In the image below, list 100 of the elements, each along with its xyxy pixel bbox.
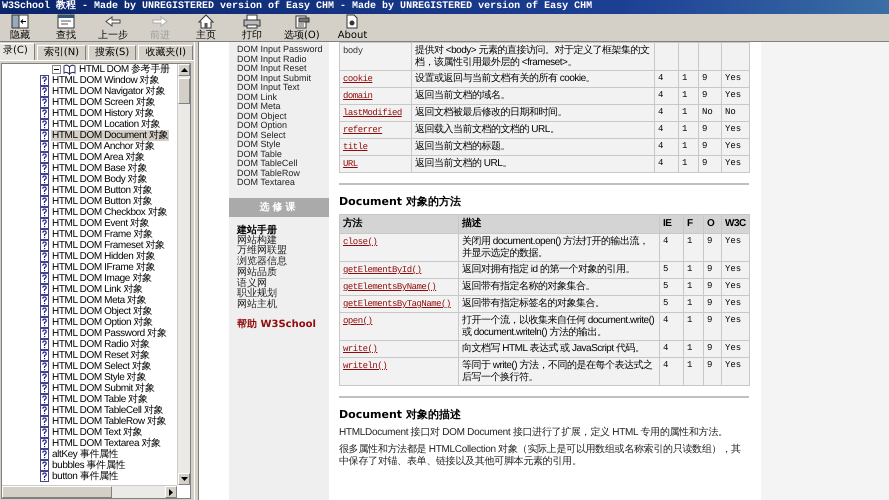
tree-item[interactable]: HTML DOM Password 对象: [51, 328, 168, 339]
section-heading: 建站手册: [236, 224, 278, 236]
nav-link[interactable]: DOM Style: [229, 140, 329, 150]
table-cell: Yes: [722, 358, 750, 386]
table-cell: 9: [698, 88, 722, 104]
tree-item[interactable]: HTML DOM TableCell 对象: [51, 405, 164, 416]
hide-pane-button[interactable]: 隐藏: [0, 14, 40, 41]
scroll-right-button[interactable]: [165, 486, 177, 498]
tree-item[interactable]: HTML DOM Object 对象: [51, 306, 154, 317]
tree-item[interactable]: HTML DOM 参考手册: [78, 64, 171, 75]
nav-link[interactable]: DOM Option: [229, 121, 329, 130]
tree-item[interactable]: bubbles 事件属性: [51, 460, 126, 471]
tree-item[interactable]: HTML DOM Meta 对象: [51, 295, 148, 306]
table-cell: 返回对拥有指定 id 的第一个对象的引用。: [458, 262, 660, 278]
tree-item[interactable]: HTML DOM History 对象: [51, 108, 156, 119]
tree-item[interactable]: HTML DOM Style 对象: [51, 372, 147, 383]
printer-button[interactable]: 打印: [232, 14, 272, 41]
table-cell: 打开一个流，以收集来自任何 document.write() 或 document.writeln() 方法的输出。: [458, 312, 660, 340]
nav-link[interactable]: DOM Select: [229, 130, 329, 140]
nav-tab[interactable]: 索引(N): [36, 45, 86, 60]
tree-item[interactable]: HTML DOM Radio 对象: [51, 339, 151, 350]
nav-link[interactable]: DOM Table: [229, 150, 329, 159]
table-cell: 4: [654, 138, 678, 156]
tree-item[interactable]: HTML DOM Event 对象: [51, 218, 150, 229]
name-link[interactable]: open(): [343, 316, 372, 326]
table-cell: Yes: [722, 156, 750, 172]
home-button[interactable]: 主页: [186, 14, 226, 41]
tree-item[interactable]: HTML DOM Select 对象: [51, 361, 152, 372]
nav-link[interactable]: DOM Input Submit: [229, 74, 329, 83]
tree-item[interactable]: HTML DOM Navigator 对象: [51, 86, 166, 97]
nav-link[interactable]: DOM Meta: [229, 102, 329, 112]
tree-item[interactable]: HTML DOM IFrame 对象: [51, 262, 156, 273]
about-page-button[interactable]: About: [332, 14, 374, 41]
scrollbar-thumb[interactable]: [2, 486, 112, 498]
help-page-icon: [40, 471, 49, 482]
tree-item[interactable]: HTML DOM Hidden 对象: [51, 251, 156, 262]
scroll-down-button[interactable]: [178, 473, 190, 485]
tree-item[interactable]: HTML DOM Location 对象: [51, 119, 162, 130]
table-cell: 1: [678, 138, 698, 156]
tree-item[interactable]: HTML DOM Reset 对象: [51, 350, 151, 361]
tree-item[interactable]: HTML DOM Textarea 对象: [51, 438, 162, 449]
tree-item[interactable]: HTML DOM Checkbox 对象: [51, 207, 168, 218]
tree-item[interactable]: HTML DOM Document 对象: [51, 130, 170, 141]
nav-link[interactable]: DOM Input Password: [229, 45, 329, 54]
nav-link[interactable]: 网站主机: [229, 300, 329, 312]
table-cell: 返回文档被最后修改的日期和时间。: [412, 104, 654, 122]
nav-tab[interactable]: 录(C): [0, 43, 35, 60]
tree-item[interactable]: HTML DOM Window 对象: [51, 75, 160, 86]
help-link[interactable]: 帮助 W3School: [229, 319, 329, 332]
nav-link[interactable]: 网站品质: [229, 268, 329, 279]
nav-link[interactable]: DOM TableCell: [229, 159, 329, 168]
tree-item[interactable]: altKey 事件属性: [51, 449, 120, 460]
find-window-icon: [57, 14, 75, 29]
tree-item[interactable]: HTML DOM Text 对象: [51, 427, 144, 438]
help-page-icon: [40, 86, 49, 97]
table-cell: 9: [704, 234, 722, 262]
find-window-button[interactable]: 查找: [46, 14, 86, 41]
scroll-right-arrow-icon: [169, 488, 173, 496]
back-arrow-button[interactable]: 上一步: [92, 14, 134, 41]
tree-item[interactable]: HTML DOM Link 对象: [51, 284, 144, 295]
nav-link[interactable]: DOM Input Reset: [229, 64, 329, 74]
tree-item[interactable]: HTML DOM Image 对象: [51, 273, 153, 284]
table-cell: 1: [678, 122, 698, 138]
tree-item[interactable]: HTML DOM Table 对象: [51, 394, 148, 405]
tree-item[interactable]: HTML DOM Submit 对象: [51, 383, 156, 394]
tree-item[interactable]: HTML DOM Screen 对象: [51, 97, 156, 108]
forward-arrow-icon: [151, 14, 169, 29]
tree-item[interactable]: HTML DOM Frame 对象: [51, 229, 154, 240]
table-cell: 返回带有指定名称的对象集合。: [458, 278, 660, 296]
tree-item[interactable]: HTML DOM Base 对象: [51, 163, 148, 174]
scrollbar-thumb[interactable]: [178, 78, 190, 104]
help-page-icon: [40, 152, 49, 163]
nav-link[interactable]: DOM Input Text: [229, 83, 329, 92]
horizontal-scrollbar[interactable]: [2, 485, 177, 498]
name-link[interactable]: close(): [343, 237, 378, 247]
tree-item[interactable]: HTML DOM Frameset 对象: [51, 240, 166, 251]
tree-item[interactable]: button 事件属性: [51, 471, 120, 482]
name-link[interactable]: writeln(): [343, 361, 388, 371]
tree-item[interactable]: HTML DOM TableRow 对象: [51, 416, 168, 427]
options-button[interactable]: 选项(O): [278, 14, 326, 41]
help-page-icon: [40, 372, 49, 383]
nav-link[interactable]: DOM Input Radio: [229, 54, 329, 64]
nav-link[interactable]: DOM Link: [229, 92, 329, 102]
tree-item[interactable]: HTML DOM Button 对象: [51, 196, 154, 207]
name-link[interactable]: write(): [343, 344, 378, 354]
nav-link[interactable]: DOM Textarea: [229, 178, 329, 188]
nav-link[interactable]: 浏览器信息: [229, 257, 329, 268]
nav-link[interactable]: DOM Object: [229, 112, 329, 121]
name-link[interactable]: URL: [343, 159, 358, 169]
scroll-up-button[interactable]: [178, 64, 190, 76]
tree-item[interactable]: HTML DOM Body 对象: [51, 174, 148, 185]
tree-item[interactable]: HTML DOM Anchor 对象: [51, 141, 156, 152]
help-page-icon: [40, 108, 49, 119]
nav-tab[interactable]: 收藏夹(I): [138, 45, 194, 60]
tree-item[interactable]: HTML DOM Option 对象: [51, 317, 154, 328]
tree-item[interactable]: HTML DOM Area 对象: [51, 152, 146, 163]
tree-item[interactable]: HTML DOM Button 对象: [51, 185, 154, 196]
nav-tab[interactable]: 搜索(S): [88, 45, 136, 60]
nav-link[interactable]: DOM TableRow: [229, 168, 329, 178]
home-icon: [197, 14, 215, 29]
